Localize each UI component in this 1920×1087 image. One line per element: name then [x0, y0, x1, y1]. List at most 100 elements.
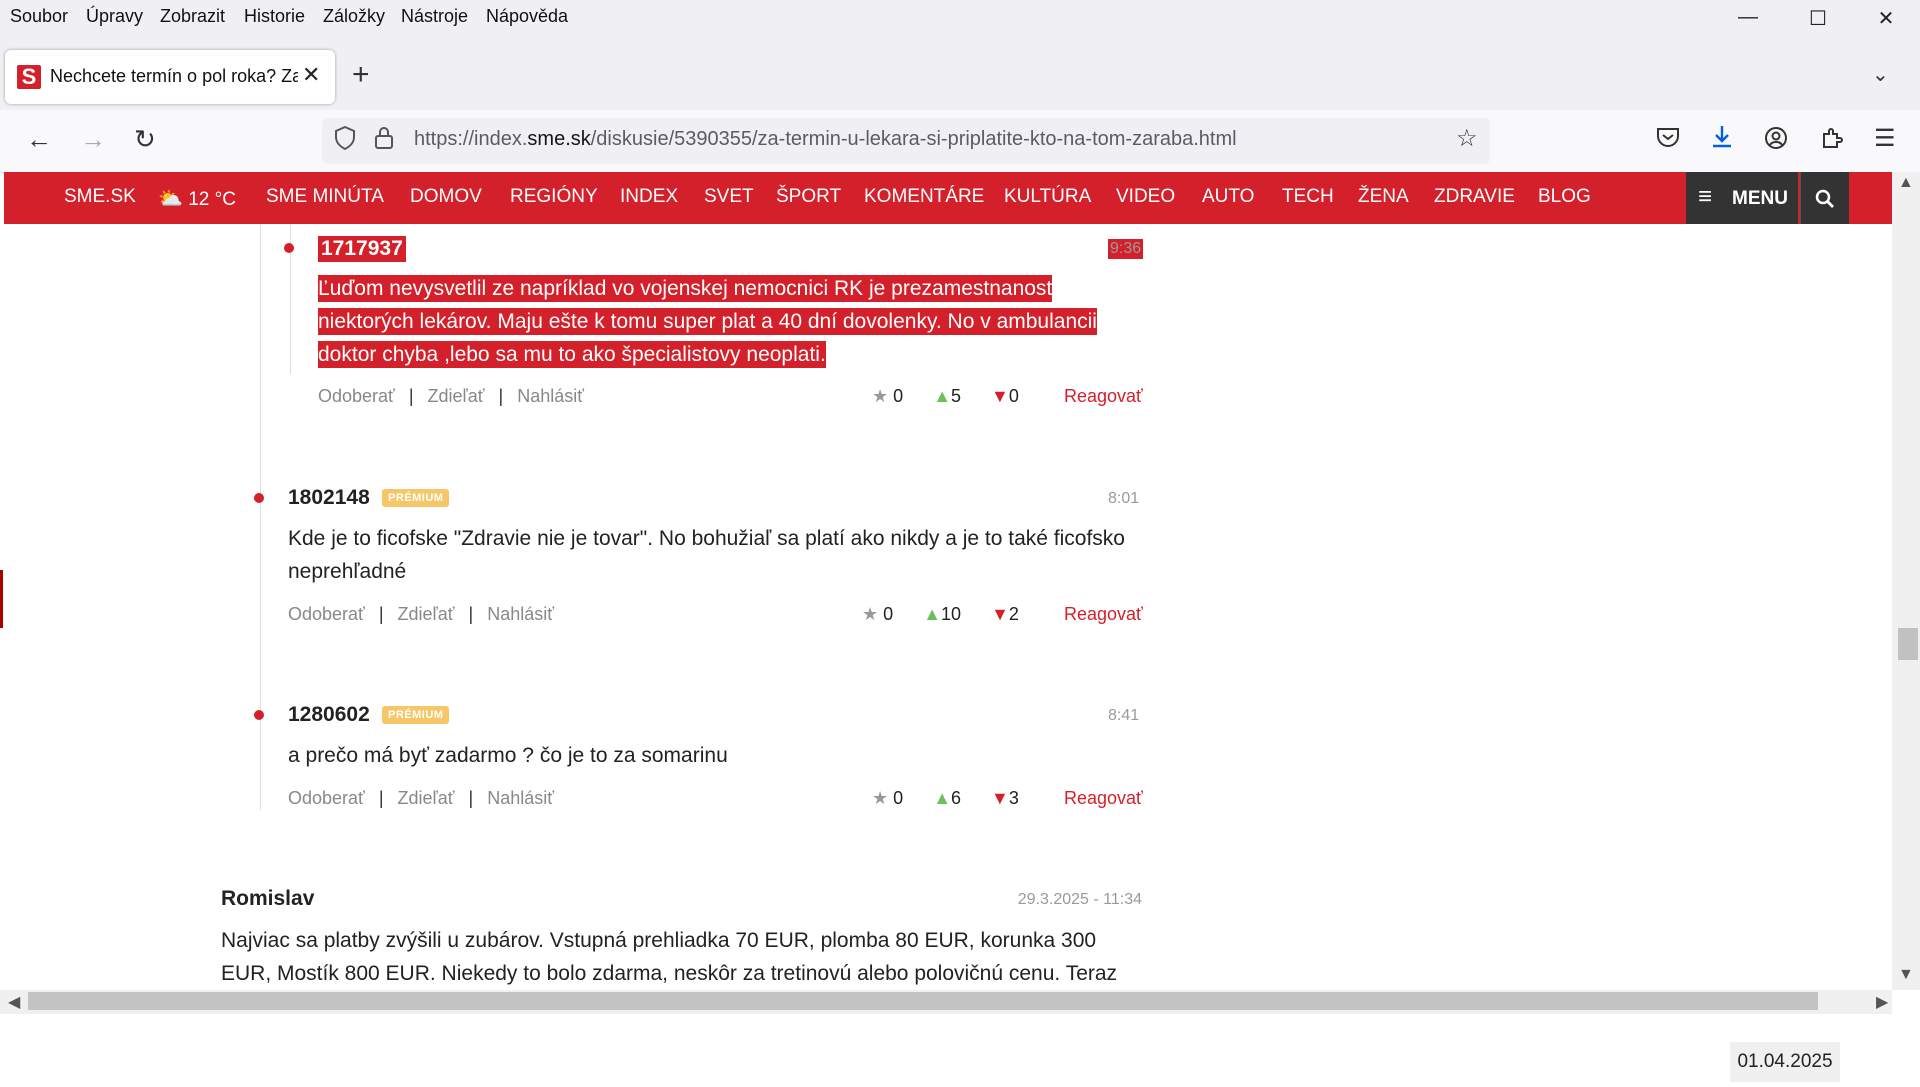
lock-icon[interactable]: [374, 126, 394, 157]
nav-domov[interactable]: DOMOV: [410, 186, 482, 208]
comment-dot: [254, 493, 264, 503]
reply-link[interactable]: Reagovať: [1064, 386, 1143, 407]
nav-sport[interactable]: ŠPORT: [776, 186, 841, 208]
nav-tech[interactable]: TECH: [1282, 186, 1334, 208]
thumbs-down-icon[interactable]: ▼: [991, 788, 1009, 808]
site-search-icon[interactable]: [1800, 172, 1849, 224]
vertical-scroll-thumb[interactable]: [1898, 628, 1918, 660]
url-path: /diskusie/5390355/za-termin-u-lekara-si-…: [590, 128, 1237, 150]
weather-temp: 12 °C: [188, 189, 236, 210]
reload-icon[interactable]: ↻: [134, 124, 156, 155]
thumbs-up-icon[interactable]: ▲: [933, 788, 951, 808]
minimize-button[interactable]: —: [1728, 6, 1768, 36]
nav-sme-minuta[interactable]: SME MINÚTA: [266, 186, 384, 208]
scroll-up-arrow-icon[interactable]: ▲: [1898, 174, 1914, 192]
report-link[interactable]: Nahlásiť: [487, 604, 554, 624]
report-link[interactable]: Nahlásiť: [517, 386, 584, 406]
share-link[interactable]: Zdieľať: [398, 788, 455, 808]
back-arrow-icon[interactable]: ←: [26, 124, 52, 155]
new-tab-button[interactable]: +: [352, 58, 370, 92]
nav-komentare[interactable]: KOMENTÁRE: [864, 186, 984, 208]
nav-sme-sk[interactable]: SME.SK: [64, 186, 136, 208]
premium-badge: PRÉMIUM: [382, 489, 450, 507]
downvote-count: 0: [1008, 386, 1019, 406]
separator: |: [378, 604, 384, 624]
bookmark-star-icon[interactable]: ☆: [1456, 124, 1478, 153]
nav-regiony[interactable]: REGIÓNY: [510, 186, 598, 208]
list-all-tabs-icon[interactable]: ⌄: [1872, 62, 1889, 87]
comment-actions: Odoberať | Zdieľať | Nahlásiť: [288, 788, 554, 809]
menu-lines-icon: ≡: [1698, 183, 1713, 210]
pocket-icon[interactable]: [1656, 126, 1680, 155]
site-menu-button[interactable]: ≡ MENU: [1686, 172, 1798, 224]
download-icon[interactable]: [1710, 124, 1734, 157]
comment-text: a prečo má byť zadarmo ? čo je to za som…: [288, 744, 728, 767]
menu-upravy[interactable]: Úpravy: [86, 6, 143, 27]
comment-votes: ★ 0 ▲6 ▼3: [872, 788, 1019, 809]
comment-time: 8:01: [1108, 490, 1140, 507]
extensions-icon[interactable]: [1820, 126, 1844, 157]
nav-video[interactable]: VIDEO: [1116, 186, 1175, 208]
comment-time: 9:36: [1108, 239, 1144, 259]
nav-zena[interactable]: ŽENA: [1358, 186, 1409, 208]
comment-author[interactable]: Romislav: [221, 887, 314, 911]
share-link[interactable]: Zdieľať: [398, 604, 455, 624]
separator: |: [378, 788, 384, 808]
thumbs-up-icon[interactable]: ▲: [933, 386, 951, 406]
comment-dot: [254, 710, 264, 720]
url-text[interactable]: https://index.sme.sk/diskusie/5390355/za…: [414, 128, 1237, 151]
comment-actions: Odoberať | Zdieľať | Nahlásiť: [318, 386, 584, 407]
subscribe-link[interactable]: Odoberať: [288, 604, 365, 624]
share-link[interactable]: Zdieľať: [428, 386, 485, 406]
sme-favicon-icon: S: [17, 65, 41, 89]
page-edge-marker: [0, 570, 3, 628]
subscribe-link[interactable]: Odoberať: [318, 386, 395, 406]
comment-votes: ★ 0 ▲5 ▼0: [872, 386, 1019, 407]
close-window-button[interactable]: ✕: [1866, 6, 1906, 36]
reply-link[interactable]: Reagovať: [1064, 788, 1143, 809]
nav-index[interactable]: INDEX: [620, 186, 678, 208]
maximize-button[interactable]: ☐: [1798, 6, 1838, 36]
menu-historie[interactable]: Historie: [244, 6, 305, 27]
star-icon[interactable]: ★: [872, 788, 888, 808]
scroll-right-arrow-icon[interactable]: ▶: [1876, 992, 1888, 1012]
weather-widget[interactable]: ⛅ 12 °C: [158, 186, 236, 211]
account-icon[interactable]: [1764, 126, 1788, 157]
star-icon[interactable]: ★: [872, 386, 888, 406]
report-link[interactable]: Nahlásiť: [487, 788, 554, 808]
thumbs-up-icon[interactable]: ▲: [923, 604, 941, 624]
separator: |: [498, 386, 504, 406]
thumbs-down-icon[interactable]: ▼: [991, 604, 1009, 624]
comment-author[interactable]: 1280602: [288, 703, 370, 727]
menu-soubor[interactable]: Soubor: [10, 6, 68, 27]
nav-blog[interactable]: BLOG: [1538, 186, 1591, 208]
tab-close-icon[interactable]: ✕: [302, 62, 320, 88]
scroll-left-arrow-icon[interactable]: ◀: [8, 992, 20, 1012]
thumbs-down-icon[interactable]: ▼: [991, 386, 1009, 406]
url-domain: sme.sk: [527, 128, 591, 150]
taskbar-date[interactable]: 01.04.2025: [1730, 1042, 1840, 1082]
nav-zdravie[interactable]: ZDRAVIE: [1434, 186, 1515, 208]
site-menu-label: MENU: [1732, 188, 1788, 209]
comment-author[interactable]: 1802148: [288, 486, 370, 510]
shield-icon[interactable]: [334, 125, 356, 157]
vertical-scrollbar[interactable]: [1892, 172, 1920, 990]
separator: |: [408, 386, 414, 406]
menu-napoveda[interactable]: Nápověda: [486, 6, 568, 27]
comment-votes: ★ 0 ▲10 ▼2: [862, 604, 1019, 625]
horizontal-scroll-thumb[interactable]: [28, 992, 1818, 1010]
subscribe-link[interactable]: Odoberať: [288, 788, 365, 808]
reply-link[interactable]: Reagovať: [1064, 604, 1143, 625]
nav-svet[interactable]: SVET: [704, 186, 754, 208]
star-icon[interactable]: ★: [862, 604, 878, 624]
scroll-down-arrow-icon[interactable]: ▼: [1898, 966, 1914, 984]
menu-zobrazit[interactable]: Zobrazit: [160, 6, 225, 27]
menu-nastroje[interactable]: Nástroje: [401, 6, 468, 27]
hamburger-menu-icon[interactable]: ☰: [1874, 124, 1896, 153]
nav-kultura[interactable]: KULTÚRA: [1004, 186, 1091, 208]
forward-arrow-icon[interactable]: →: [80, 124, 106, 155]
upvote-count: 10: [941, 604, 962, 624]
comment-author[interactable]: 1717937: [318, 236, 406, 262]
menu-zalozky[interactable]: Záložky: [323, 6, 385, 27]
nav-auto[interactable]: AUTO: [1202, 186, 1254, 208]
